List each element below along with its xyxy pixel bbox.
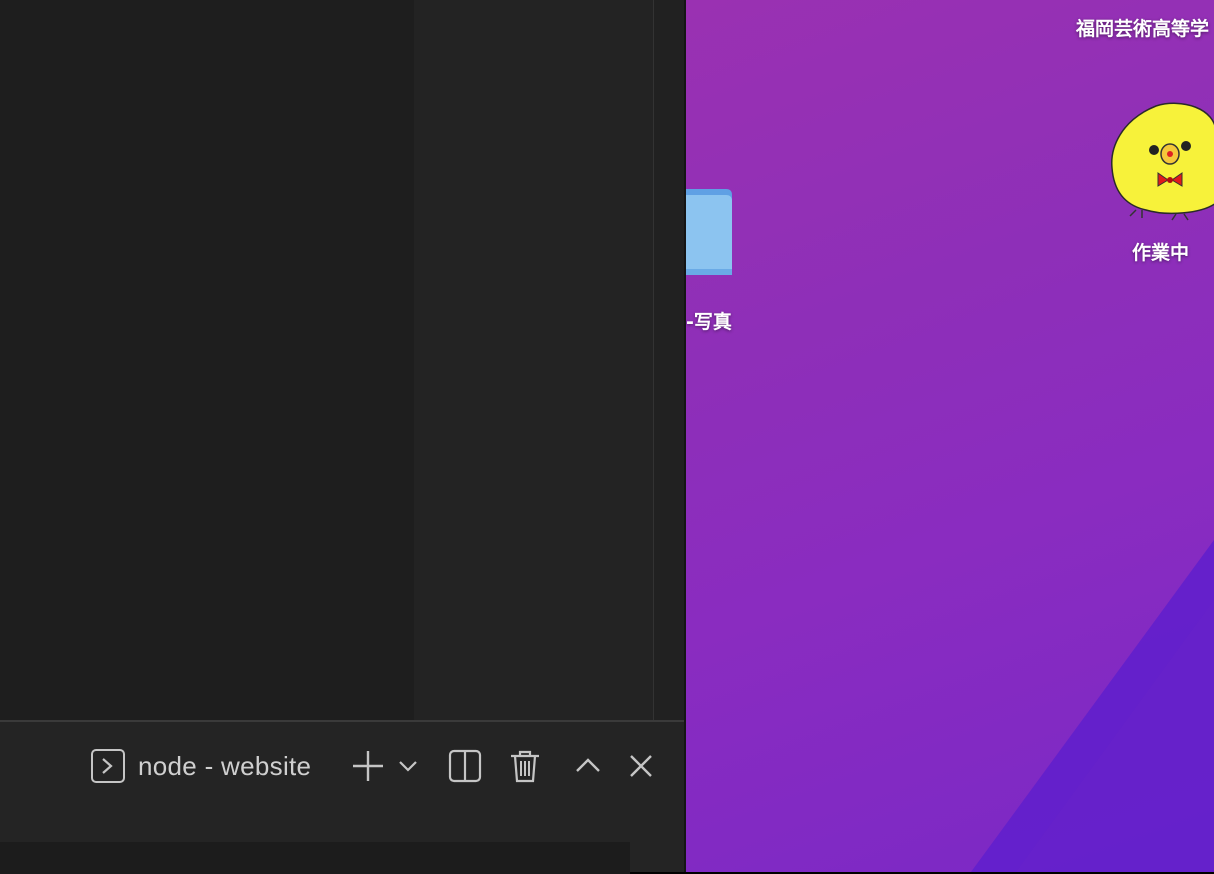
new-terminal-button[interactable]	[350, 744, 386, 788]
folder-icon[interactable]	[686, 187, 734, 277]
trash-icon	[509, 749, 541, 783]
plus-icon	[351, 749, 385, 783]
desktop-top-label[interactable]: 福岡芸術高等学	[1076, 14, 1209, 41]
terminal-toolbar: node - website	[0, 744, 684, 788]
split-icon	[448, 749, 482, 783]
terminal-icon	[90, 748, 126, 784]
chevron-up-icon	[574, 752, 602, 780]
folder-label[interactable]: -写真	[686, 307, 732, 334]
terminal-panel: node - website	[0, 720, 684, 874]
split-terminal-button[interactable]	[447, 744, 483, 788]
editor-pane[interactable]	[0, 0, 414, 720]
close-icon	[628, 753, 654, 779]
desktop: 福岡芸術高等学 -写真 作業中	[686, 0, 1214, 872]
terminal-content[interactable]	[0, 842, 630, 874]
chick-label[interactable]: 作業中	[1132, 238, 1189, 265]
editor-minimap-area[interactable]	[414, 0, 654, 720]
close-panel-button[interactable]	[626, 744, 656, 788]
terminal-tab[interactable]: node - website	[90, 744, 340, 788]
terminal-tab-label: node - website	[138, 750, 312, 781]
window-border	[684, 0, 686, 872]
maximize-panel-button[interactable]	[572, 744, 604, 788]
kill-terminal-button[interactable]	[507, 744, 543, 788]
chick-icon[interactable]	[1106, 98, 1214, 222]
editor-scrollbar[interactable]	[654, 0, 686, 720]
terminal-dropdown-button[interactable]	[396, 744, 420, 788]
editor-window: node - website	[0, 0, 686, 874]
chevron-down-icon	[397, 755, 419, 777]
